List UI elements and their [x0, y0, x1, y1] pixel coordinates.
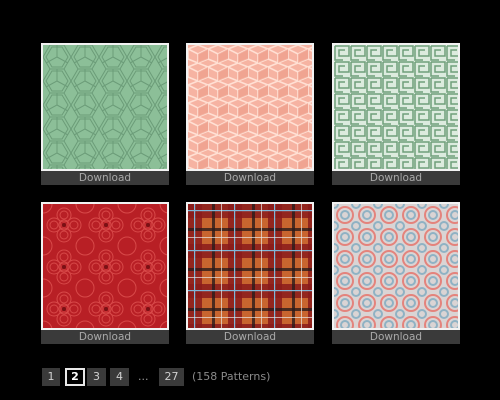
page-1-button[interactable]: 1 [42, 368, 60, 386]
pattern-card: Download [186, 202, 314, 344]
page-2-button-current[interactable]: 2 [65, 368, 85, 386]
page-4-button[interactable]: 4 [110, 368, 129, 386]
download-button[interactable]: Download [186, 171, 314, 185]
pattern-thumbnail[interactable] [186, 43, 314, 171]
download-button[interactable]: Download [41, 330, 169, 344]
pattern-thumbnail[interactable] [41, 202, 169, 330]
pattern-thumbnail[interactable] [332, 43, 460, 171]
pattern-thumbnail[interactable] [332, 202, 460, 330]
pattern-card: Download [332, 43, 460, 185]
page-27-button[interactable]: 27 [159, 368, 184, 386]
pagination-ellipsis: ... [138, 370, 149, 383]
pattern-count: (158 Patterns) [192, 370, 271, 383]
pattern-card: Download [41, 43, 169, 185]
download-button[interactable]: Download [332, 171, 460, 185]
page-3-button[interactable]: 3 [87, 368, 106, 386]
pattern-card: Download [186, 43, 314, 185]
pattern-card: Download [41, 202, 169, 344]
pattern-card: Download [332, 202, 460, 344]
pattern-thumbnail[interactable] [41, 43, 169, 171]
download-button[interactable]: Download [186, 330, 314, 344]
download-button[interactable]: Download [41, 171, 169, 185]
pattern-thumbnail[interactable] [186, 202, 314, 330]
download-button[interactable]: Download [332, 330, 460, 344]
